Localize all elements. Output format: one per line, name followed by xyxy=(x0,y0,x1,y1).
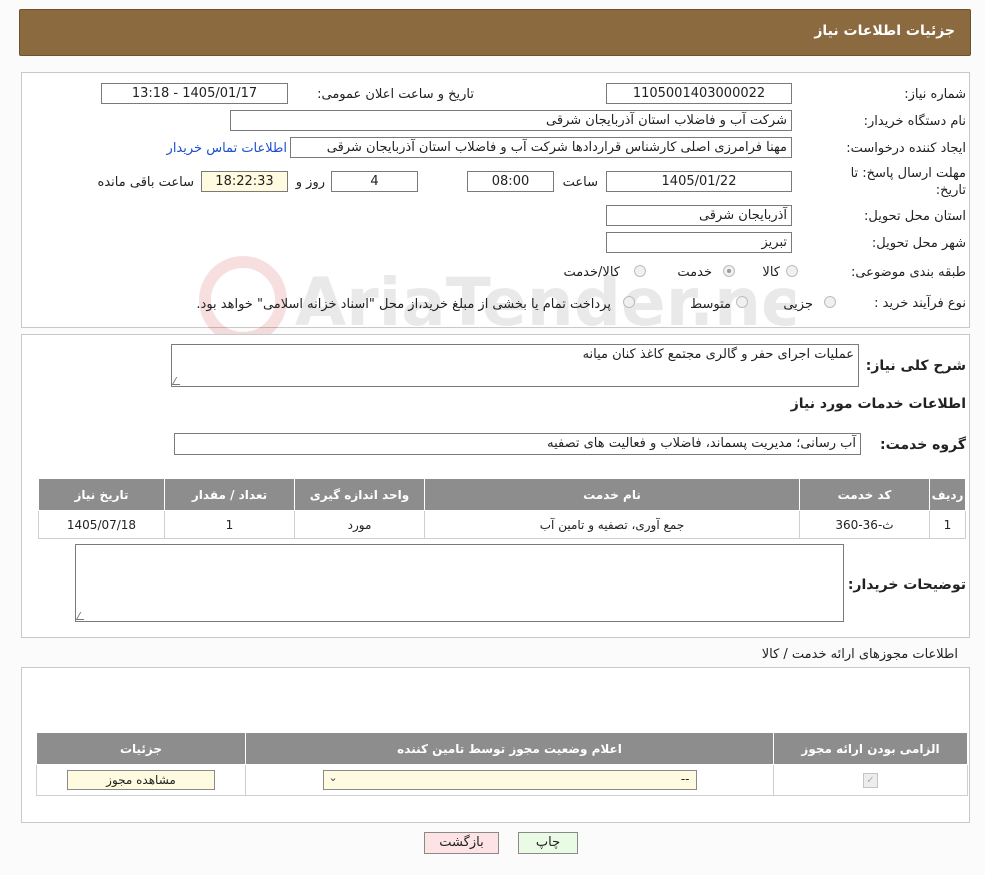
process-partial-label: جزیی xyxy=(783,297,813,312)
delivery-city-field: تبریز xyxy=(606,232,792,253)
col-name-header: نام خدمت xyxy=(424,478,800,511)
deadline-date-field: 1405/01/22 xyxy=(606,171,792,192)
announce-datetime-label: تاریخ و ساعت اعلان عمومی: xyxy=(317,87,474,102)
view-permit-button[interactable]: مشاهده مجوز xyxy=(67,770,215,790)
permits-title: اطلاعات مجوزهای ارائه خدمت / کالا xyxy=(761,647,958,662)
category-goods-radio[interactable] xyxy=(786,265,798,277)
col-permit-details-header: جزئیات xyxy=(36,732,246,765)
cell-quantity: 1 xyxy=(164,510,295,539)
service-group-field: آب رسانی؛ مدیریت پسماند، فاضلاب و فعالیت… xyxy=(174,433,861,455)
treasury-payment-radio[interactable] xyxy=(623,296,635,308)
requester-field: مهنا فرامرزی اصلی کارشناس قراردادها شرکت… xyxy=(290,137,792,158)
page-header: جزئیات اطلاعات نیاز xyxy=(19,9,971,56)
permit-required-cell: ✓ xyxy=(773,764,968,796)
permit-required-checkbox[interactable]: ✓ xyxy=(863,772,878,788)
deadline-days-label: روز و xyxy=(295,175,325,190)
col-row-header: ردیف xyxy=(929,478,966,511)
col-unit-header: واحد اندازه گیری xyxy=(294,478,425,511)
permit-details-cell: مشاهده مجوز xyxy=(36,764,246,796)
remaining-time-label: ساعت باقی مانده xyxy=(97,175,194,190)
page-title: جزئیات اطلاعات نیاز xyxy=(814,23,955,39)
resize-grip-icon[interactable] xyxy=(75,612,89,620)
announce-datetime-field: 1405/01/17 - 13:18 xyxy=(101,83,288,104)
category-goods-label: کالا xyxy=(762,265,780,280)
category-service-radio[interactable] xyxy=(723,265,735,277)
process-partial-radio[interactable] xyxy=(824,296,836,308)
permit-status-select-value: -- xyxy=(680,772,690,786)
chevron-down-icon: ⌄ xyxy=(328,771,338,784)
cell-code: ث-36-360 xyxy=(799,510,930,539)
requester-label: ایجاد کننده درخواست: xyxy=(846,141,966,156)
process-medium-label: متوسط xyxy=(690,297,731,312)
col-quantity-header: تعداد / مقدار xyxy=(164,478,295,511)
permits-table: الزامی بودن ارائه مجوز اعلام وضعیت مجوز … xyxy=(36,732,968,796)
table-row: 1 ث-36-360 جمع آوری، تصفیه و تامین آب مو… xyxy=(38,510,966,539)
cell-name: جمع آوری، تصفیه و تامین آب xyxy=(424,510,800,539)
print-button[interactable]: چاپ xyxy=(518,832,578,854)
buyer-org-field: شرکت آب و فاضلاب استان آذربایجان شرقی xyxy=(230,110,792,131)
deadline-days-field: 4 xyxy=(331,171,418,192)
cell-row: 1 xyxy=(929,510,966,539)
buyer-org-label: نام دستگاه خریدار: xyxy=(863,114,966,129)
need-number-field: 1105001403000022 xyxy=(606,83,792,104)
deadline-label-line1: مهلت ارسال پاسخ: تا xyxy=(850,166,966,181)
delivery-province-field: آذربایجان شرقی xyxy=(606,205,792,226)
services-title: اطلاعات خدمات مورد نیاز xyxy=(790,396,966,412)
col-permit-status-header: اعلام وضعیت مجوز توسط تامین کننده xyxy=(245,732,774,765)
treasury-payment-note: پرداخت تمام یا بخشی از مبلغ خرید،از محل … xyxy=(196,297,611,312)
deadline-label-line2: تاریخ: xyxy=(935,183,966,198)
permit-status-select[interactable]: ⌄ -- xyxy=(322,770,697,790)
delivery-city-label: شهر محل تحویل: xyxy=(871,236,966,251)
description-label: شرح کلی نیاز: xyxy=(865,358,966,374)
process-medium-radio[interactable] xyxy=(736,296,748,308)
col-date-header: تاریخ نیاز xyxy=(38,478,165,511)
permits-table-header: الزامی بودن ارائه مجوز اعلام وضعیت مجوز … xyxy=(36,732,968,765)
category-goods-service-radio[interactable] xyxy=(634,265,646,277)
col-code-header: کد خدمت xyxy=(799,478,930,511)
need-number-label: شماره نیاز: xyxy=(904,87,966,102)
description-text: عملیات اجرای حفر و گالری مجتمع کاغذ کنان… xyxy=(582,347,854,362)
category-goods-service-label: کالا/خدمت xyxy=(563,265,620,280)
table-row: ✓ ⌄ -- مشاهده مجوز xyxy=(36,764,968,796)
description-textarea[interactable]: عملیات اجرای حفر و گالری مجتمع کاغذ کنان… xyxy=(171,344,859,387)
remaining-time-field: 18:22:33 xyxy=(201,171,288,192)
delivery-province-label: استان محل تحویل: xyxy=(864,209,966,224)
cell-unit: مورد xyxy=(294,510,425,539)
deadline-time-label: ساعت xyxy=(562,175,598,190)
category-label: طبقه بندی موضوعی: xyxy=(850,265,966,280)
purchase-process-label: نوع فرآیند خرید : xyxy=(874,296,966,311)
category-service-label: خدمت xyxy=(677,265,712,280)
deadline-time-field: 08:00 xyxy=(467,171,554,192)
permit-status-cell: ⌄ -- xyxy=(245,764,774,796)
buyer-notes-label: توضیحات خریدار: xyxy=(847,577,966,593)
buyer-contact-link[interactable]: اطلاعات تماس خریدار xyxy=(167,141,287,156)
buyer-notes-textarea[interactable] xyxy=(75,544,844,622)
cell-date: 1405/07/18 xyxy=(38,510,165,539)
col-permit-required-header: الزامی بودن ارائه مجوز xyxy=(773,732,968,765)
services-table-header: ردیف کد خدمت نام خدمت واحد اندازه گیری ت… xyxy=(38,478,966,511)
services-table: ردیف کد خدمت نام خدمت واحد اندازه گیری ت… xyxy=(38,478,966,539)
service-group-label: گروه خدمت: xyxy=(880,437,966,453)
back-button[interactable]: بازگشت xyxy=(424,832,499,854)
resize-grip-icon[interactable] xyxy=(171,377,185,385)
